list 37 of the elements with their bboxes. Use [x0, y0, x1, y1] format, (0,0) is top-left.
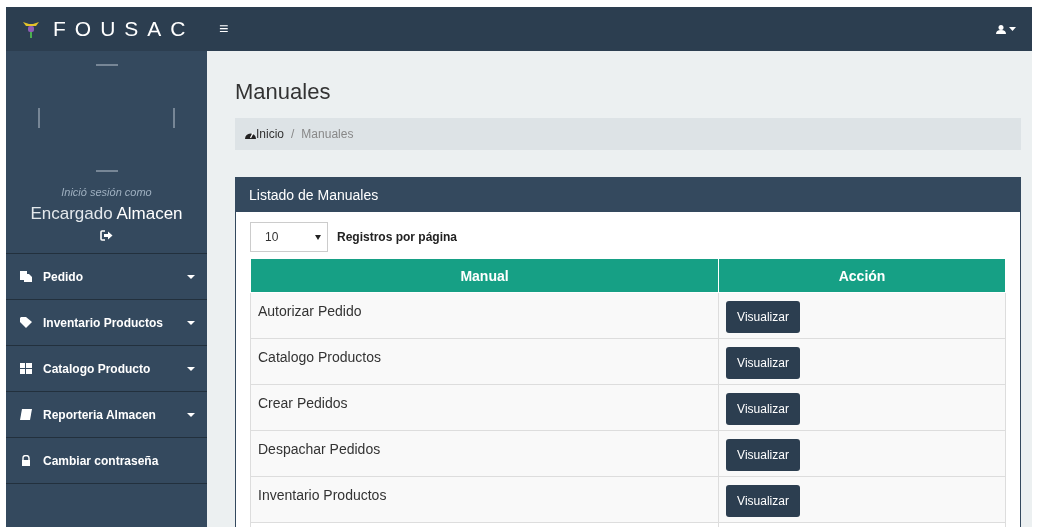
- page-title: Manuales: [235, 79, 332, 105]
- view-button[interactable]: Visualizar: [726, 485, 800, 517]
- login-label: Inició sesión como: [61, 186, 152, 198]
- page-size-label: Registros por página: [337, 230, 458, 244]
- docs-icon: [20, 271, 32, 282]
- panel-title: Listado de Manuales: [249, 187, 379, 203]
- column-header: Acción: [718, 258, 1006, 293]
- breadcrumb-current: Manuales: [301, 127, 354, 141]
- tag-icon: [20, 317, 32, 328]
- table-cell: Catalogo Productos: [250, 338, 719, 385]
- menu-toggle[interactable]: ≡: [215, 20, 233, 38]
- user-name: Encargado Almacen: [30, 204, 183, 224]
- caret-icon: [187, 274, 195, 279]
- table-cell: Despachar Pedidos: [250, 430, 719, 477]
- user-menu-button[interactable]: [994, 22, 1018, 36]
- logout-icon[interactable]: [100, 230, 113, 241]
- table-cell: Autorizar Pedido: [250, 292, 719, 339]
- caret-icon: [187, 320, 195, 325]
- page-size-select[interactable]: 10: [250, 222, 328, 252]
- table-cell: Inventario Productos: [250, 476, 719, 523]
- view-button[interactable]: Visualizar: [726, 347, 800, 379]
- caret-icon: [1009, 27, 1016, 31]
- brand-title: FOUSAC: [53, 17, 195, 41]
- breadcrumb-separator: /: [291, 127, 295, 141]
- column-header: Manual: [250, 258, 719, 293]
- view-button[interactable]: Visualizar: [726, 301, 800, 333]
- lock-icon: [20, 455, 32, 466]
- caret-icon: [187, 412, 195, 417]
- table-cell: Crear Pedidos: [250, 384, 719, 431]
- caret-icon: [315, 234, 321, 240]
- view-button[interactable]: Visualizar: [726, 439, 800, 471]
- emblem-icon: [23, 20, 39, 38]
- view-button[interactable]: Visualizar: [726, 393, 800, 425]
- caret-icon: [187, 366, 195, 371]
- grid-icon: [20, 363, 32, 374]
- breadcrumb-link[interactable]: Inicio: [245, 127, 284, 141]
- user-icon: [996, 24, 1006, 34]
